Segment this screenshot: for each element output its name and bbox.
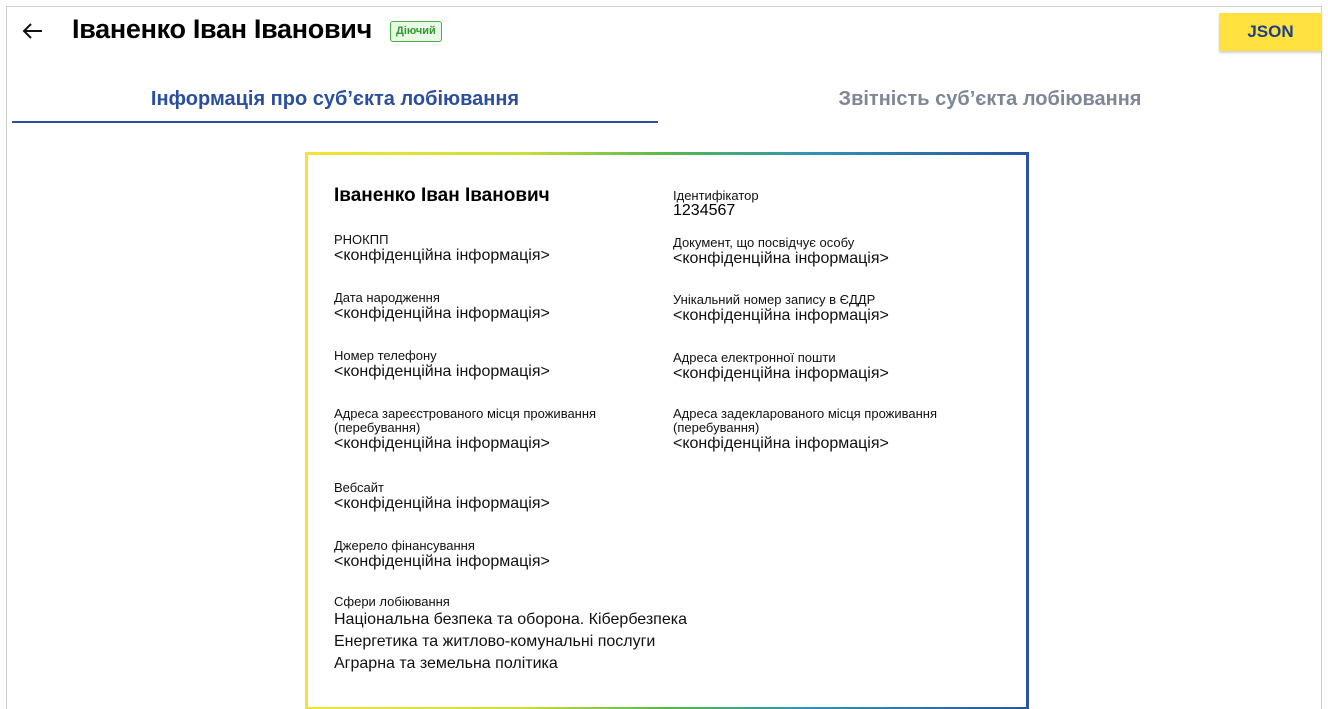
field-label: РНОКПП	[334, 232, 389, 247]
field-label: Ідентифікатор	[673, 188, 759, 203]
field-value: <конфіденційна інформація>	[334, 247, 550, 264]
field-registered-address: Адреса зареєстрованого місця проживання …	[334, 407, 664, 453]
field-declared-address: Адреса задекларованого місця проживання …	[673, 407, 1013, 453]
field-value: 1234567	[673, 202, 736, 219]
field-eddr-number: Унікальний номер запису в ЄДДР <конфіден…	[673, 293, 1013, 325]
field-value: <конфіденційна інформація>	[334, 495, 550, 512]
list-item: Аграрна та земельна політика	[334, 655, 558, 672]
card-name: Іваненко Іван Іванович	[334, 185, 550, 206]
field-label: Адреса зареєстрованого місця проживання …	[334, 406, 597, 435]
field-label: Адреса електронної пошти	[673, 350, 836, 365]
field-funding-source: Джерело фінансування <конфіденційна інфо…	[334, 539, 664, 571]
json-button[interactable]: JSON	[1219, 13, 1322, 51]
field-label: Адреса задекларованого місця проживання …	[673, 406, 937, 435]
field-label: Дата народження	[334, 290, 440, 305]
list-item: Енергетика та житлово-комунальні послуги	[334, 633, 656, 650]
field-lobbying-spheres: Сфери лобіювання Національна безпека та …	[334, 595, 834, 675]
field-phone: Номер телефону <конфіденційна інформація…	[334, 349, 664, 381]
field-label: Документ, що посвідчує особу	[673, 235, 855, 250]
profile-card: Іваненко Іван Іванович Ідентифікатор 123…	[305, 152, 1029, 709]
field-label: Джерело фінансування	[334, 538, 475, 553]
list-item: Національна безпека та оборона. Кібербез…	[334, 611, 687, 628]
field-rnokpp: РНОКПП <конфіденційна інформація>	[334, 233, 664, 265]
field-label: Номер телефону	[334, 348, 437, 363]
field-birth-date: Дата народження <конфіденційна інформаці…	[334, 291, 664, 323]
field-email: Адреса електронної пошти <конфіденційна …	[673, 351, 1013, 383]
field-identity-document: Документ, що посвідчує особу <конфіденці…	[673, 236, 1013, 268]
field-value: <конфіденційна інформація>	[673, 307, 889, 324]
page-title: Іваненко Іван Іванович	[72, 14, 372, 44]
field-value: <конфіденційна інформація>	[334, 553, 550, 570]
field-value: <конфіденційна інформація>	[334, 435, 550, 452]
field-value: <конфіденційна інформація>	[334, 305, 550, 322]
profile-card-body: Іваненко Іван Іванович Ідентифікатор 123…	[308, 155, 1026, 707]
arrow-left-icon[interactable]	[20, 18, 46, 44]
field-value: <конфіденційна інформація>	[334, 363, 550, 380]
tab-info[interactable]: Інформація про суб’єкта лобіювання	[12, 88, 658, 111]
field-value: <конфіденційна інформація>	[673, 365, 889, 382]
field-value: <конфіденційна інформація>	[673, 250, 889, 267]
field-label: Вебсайт	[334, 480, 385, 495]
active-tab-indicator	[12, 121, 658, 123]
tab-reports[interactable]: Звітність суб’єкта лобіювання	[658, 88, 1322, 111]
field-identifier: Ідентифікатор 1234567	[673, 189, 1013, 219]
field-value: <конфіденційна інформація>	[673, 435, 889, 452]
status-badge: Діючий	[390, 21, 442, 42]
field-label: Сфери лобіювання	[334, 594, 450, 609]
field-label: Унікальний номер запису в ЄДДР	[673, 292, 876, 307]
field-website: Вебсайт <конфіденційна інформація>	[334, 481, 664, 513]
